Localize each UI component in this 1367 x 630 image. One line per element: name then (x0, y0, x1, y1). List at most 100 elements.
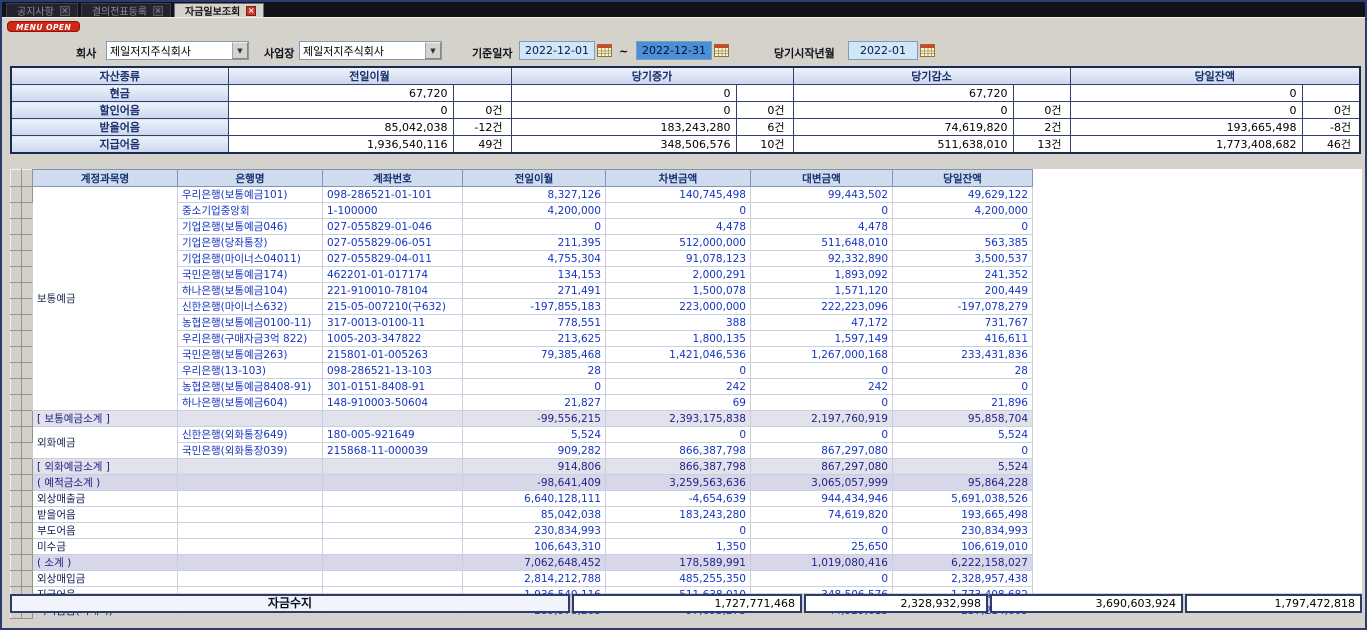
tab-notice[interactable]: 공지사항 × (6, 3, 78, 17)
bank-name-cell (178, 491, 323, 507)
row-indicator-cell (22, 299, 33, 315)
app-window: 공지사항×결의전표등록×자금일보조회× MENU OPEN 회사 제일저지주식회… (0, 0, 1367, 630)
row-indicator-cell (11, 219, 22, 235)
row-indicator-cell (11, 459, 22, 475)
amount-cell: 914,806 (463, 459, 606, 475)
amount-cell: 233,431,836 (893, 347, 1033, 363)
account-group-cell: 보통예금 (33, 187, 178, 411)
detail-row[interactable]: 외상매입금2,814,212,788485,255,35002,328,957,… (11, 571, 1033, 587)
amount-cell: 4,478 (751, 219, 893, 235)
detail-row[interactable]: 외화예금신한은행(외화통장649)180-005-9216495,524005,… (11, 427, 1033, 443)
amount-cell: 4,478 (606, 219, 751, 235)
account-number-cell (323, 411, 463, 427)
detail-row[interactable]: ( 소계 )7,062,648,452178,589,9911,019,080,… (11, 555, 1033, 571)
amount-cell: 944,434,946 (751, 491, 893, 507)
row-label-cell: 외상매출금 (33, 491, 178, 507)
site-select[interactable]: 제일저지주식회사 ▼ (299, 41, 442, 60)
header-account-name[interactable]: 계정과목명 (33, 170, 178, 187)
header-account-number[interactable]: 계좌번호 (323, 170, 463, 187)
header-prev-carryover[interactable]: 전일이월 (463, 170, 606, 187)
summary-count-cell: -8건 (1302, 119, 1360, 136)
account-number-cell: 215801-01-005263 (323, 347, 463, 363)
amount-cell: 1,500,078 (606, 283, 751, 299)
row-indicator-cell (11, 379, 22, 395)
summary-amount-cell: 193,665,498 (1070, 119, 1302, 136)
calendar-icon[interactable] (597, 43, 612, 58)
amount-cell: 8,327,126 (463, 187, 606, 203)
header-bank-name[interactable]: 은행명 (178, 170, 323, 187)
amount-cell: 69 (606, 395, 751, 411)
calendar-icon[interactable] (920, 43, 935, 58)
summary-count-cell: 49건 (453, 136, 511, 154)
amount-cell: 25,650 (751, 539, 893, 555)
detail-row[interactable]: 미수금106,643,3101,35025,650106,619,010 (11, 539, 1033, 555)
row-label-cell: 부도어음 (33, 523, 178, 539)
detail-row[interactable]: 받을어음85,042,038183,243,28074,619,820193,6… (11, 507, 1033, 523)
summary-header-period-increase: 당기증가 (511, 67, 793, 85)
amount-cell: 92,332,890 (751, 251, 893, 267)
header-debit-amount[interactable]: 차변금액 (606, 170, 751, 187)
row-indicator-cell (22, 283, 33, 299)
tab-close-icon[interactable]: × (153, 6, 163, 16)
detail-grid-area: 계정과목명 은행명 계좌번호 전일이월 차변금액 대변금액 당일잔액 보통예금우… (10, 169, 1362, 593)
header-daily-balance[interactable]: 당일잔액 (893, 170, 1033, 187)
amount-cell: 0 (893, 219, 1033, 235)
amount-cell: 0 (606, 203, 751, 219)
amount-cell: 0 (751, 395, 893, 411)
amount-cell: 271,491 (463, 283, 606, 299)
amount-cell: 4,200,000 (893, 203, 1033, 219)
amount-cell: 200,449 (893, 283, 1033, 299)
detail-row[interactable]: 외상매출금6,640,128,111-4,654,639944,434,9465… (11, 491, 1033, 507)
calendar-icon[interactable] (714, 43, 729, 58)
row-indicator-cell (11, 443, 22, 459)
row-indicator-cell (22, 315, 33, 331)
summary-header-period-decrease: 당기감소 (793, 67, 1070, 85)
amount-cell: 1,800,135 (606, 331, 751, 347)
amount-cell: 193,665,498 (893, 507, 1033, 523)
detail-row[interactable]: [ 보통예금소계 ]-99,556,2152,393,175,8382,197,… (11, 411, 1033, 427)
detail-row[interactable]: 부도어음230,834,99300230,834,993 (11, 523, 1033, 539)
filter-bar: 회사 제일저지주식회사 ▼ 사업장 제일저지주식회사 ▼ 기준일자 2022-1… (2, 35, 1365, 63)
detail-row[interactable]: ( 예적금소계 )-98,641,4093,259,563,6363,065,0… (11, 475, 1033, 491)
detail-table-body: 보통예금우리은행(보통예금101)098-286521-01-1018,327,… (11, 187, 1033, 619)
row-indicator-cell (11, 267, 22, 283)
tab-fund-daily-report[interactable]: 자금일보조회 × (174, 3, 264, 17)
tab-journal-entry[interactable]: 결의전표등록× (81, 3, 171, 17)
row-indicator-cell (11, 411, 22, 427)
header-credit-amount[interactable]: 대변금액 (751, 170, 893, 187)
summary-amount-cell: 0 (1070, 85, 1302, 102)
tab-label: 공지사항 (17, 3, 54, 18)
amount-cell: 1,019,080,416 (751, 555, 893, 571)
row-indicator-cell (11, 235, 22, 251)
row-indicator-cell (11, 363, 22, 379)
amount-cell: 0 (751, 523, 893, 539)
bank-name-cell (178, 507, 323, 523)
amount-cell: 416,611 (893, 331, 1033, 347)
amount-cell: 512,000,000 (606, 235, 751, 251)
bank-name-cell (178, 523, 323, 539)
summary-count-cell (1013, 85, 1070, 102)
row-indicator-cell (22, 379, 33, 395)
row-label-cell: [ 보통예금소계 ] (33, 411, 178, 427)
detail-row[interactable]: 보통예금우리은행(보통예금101)098-286521-01-1018,327,… (11, 187, 1033, 203)
company-select[interactable]: 제일저지주식회사 ▼ (106, 41, 249, 60)
amount-cell: 0 (463, 379, 606, 395)
date-to-input[interactable]: 2022-12-31 (636, 41, 712, 60)
amount-cell: 106,619,010 (893, 539, 1033, 555)
menu-open-button[interactable]: MENU OPEN (7, 21, 80, 32)
date-from-input[interactable]: 2022-12-01 (519, 41, 595, 60)
period-start-input[interactable]: 2022-01 (848, 41, 918, 60)
summary-table: 자산종류 전일이월 당기증가 당기감소 당일잔액 현금67,720067,720… (10, 66, 1361, 154)
tab-label: 자금일보조회 (185, 3, 240, 18)
footer-label: 자금수지 (10, 594, 570, 613)
summary-amount-cell: 183,243,280 (511, 119, 736, 136)
tab-close-icon[interactable]: × (60, 6, 70, 16)
summary-count-cell (453, 85, 511, 102)
tab-close-icon[interactable]: × (246, 6, 256, 16)
row-indicator-cell (22, 395, 33, 411)
chevron-down-icon[interactable]: ▼ (425, 42, 441, 59)
detail-row[interactable]: [ 외화예금소계 ]914,806866,387,798867,297,0805… (11, 459, 1033, 475)
amount-cell: 49,629,122 (893, 187, 1033, 203)
chevron-down-icon[interactable]: ▼ (232, 42, 248, 59)
bank-name-cell: 하나은행(보통예금604) (178, 395, 323, 411)
